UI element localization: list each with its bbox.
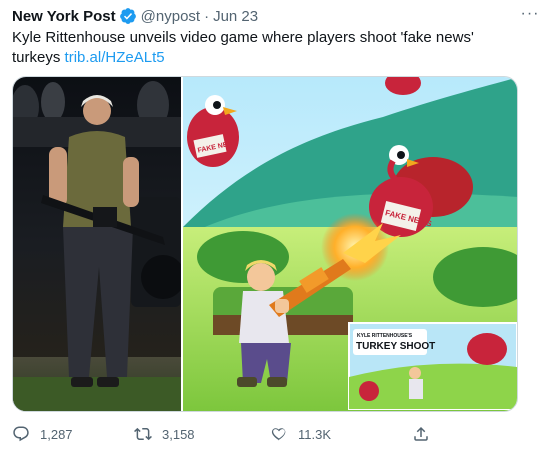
overlay-title: TURKEY SHOOT [356, 341, 435, 352]
tweet-link[interactable]: trib.al/HZeALt5 [65, 49, 165, 66]
share-button[interactable] [412, 425, 440, 443]
author-name[interactable]: New York Post [12, 8, 116, 25]
more-options-icon[interactable]: ··· [520, 4, 540, 24]
tweet-date[interactable]: Jun 23 [213, 8, 258, 25]
header-separator: · [204, 7, 210, 25]
tweet-actions: 1,287 3,158 11.3K [12, 424, 432, 444]
author-handle[interactable]: @nypost [141, 8, 200, 25]
media-photo-left[interactable] [13, 77, 181, 411]
tweet-card[interactable]: New York Post @nypost · Jun 23 ··· Kyle … [0, 0, 548, 472]
tweet-header: New York Post @nypost · Jun 23 [12, 6, 536, 26]
heart-icon [271, 428, 286, 441]
like-button[interactable]: 11.3K [270, 425, 331, 443]
tweet-text: Kyle Rittenhouse unveils video game wher… [12, 28, 512, 68]
retweet-count: 3,158 [162, 426, 195, 442]
media-game-art[interactable]: FAKE NEWS FAKE NEWS KYLE RITTENHOUSE'S T… [183, 77, 517, 411]
tweet-media[interactable]: FAKE NEWS FAKE NEWS KYLE RITTENHOUSE'S T… [12, 76, 518, 412]
photo-icon [13, 77, 181, 411]
reply-button[interactable]: 1,287 [12, 425, 112, 443]
reply-icon [13, 426, 29, 442]
reply-count: 1,287 [40, 426, 73, 442]
retweet-button[interactable]: 3,158 [134, 425, 195, 443]
verified-badge-icon [119, 8, 136, 24]
game-art-icon: FAKE NEWS FAKE NEWS KYLE RITTENHOUSE'S T… [183, 77, 517, 411]
overlay-subtitle: KYLE RITTENHOUSE'S [357, 333, 413, 339]
retweet-icon [134, 427, 152, 441]
like-count: 11.3K [298, 426, 332, 442]
share-icon [414, 426, 428, 441]
